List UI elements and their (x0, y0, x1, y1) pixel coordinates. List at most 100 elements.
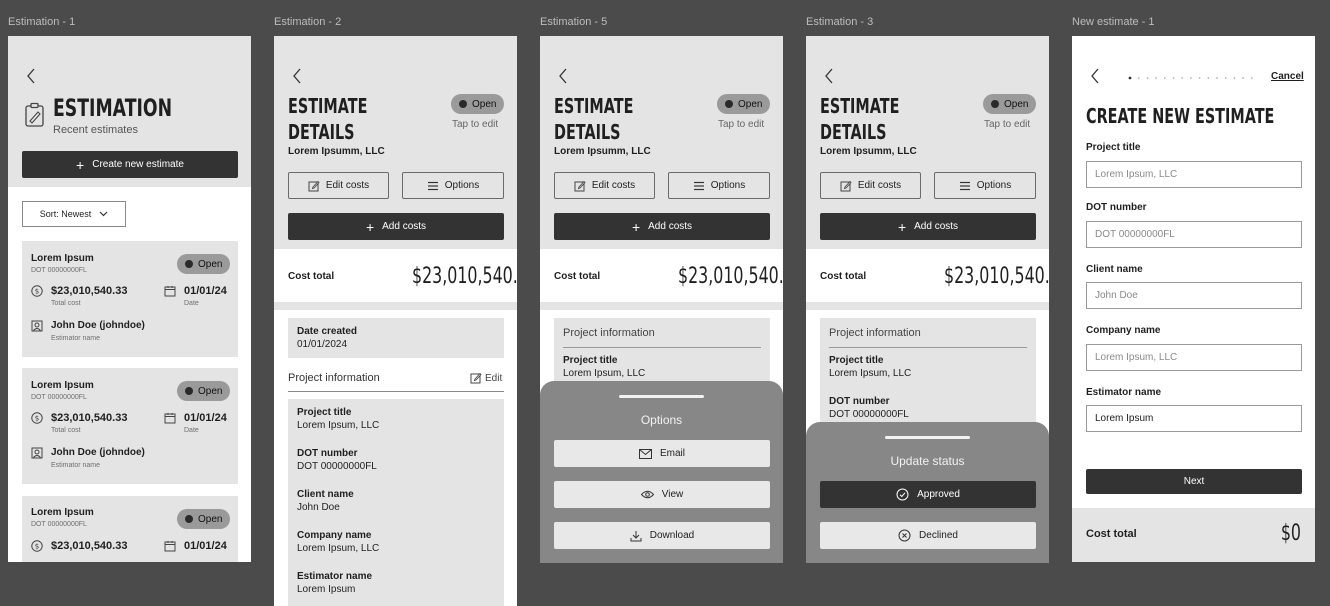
status-badge: Open (177, 254, 231, 274)
create-new-estimate-button[interactable]: + Create new estimate (22, 151, 238, 178)
field-value: Lorem Ipsum, LLC (829, 368, 912, 379)
calendar-icon (164, 412, 176, 424)
status-badge: Open (177, 509, 231, 529)
project-info-heading: Project information (829, 327, 921, 339)
dollar-icon: $ (31, 285, 43, 297)
edit-costs-button[interactable]: Edit costs (820, 172, 921, 199)
date-created-label: Date created (297, 326, 358, 337)
step-dot (1207, 77, 1210, 79)
estimate-card[interactable]: Lorem Ipsum DOT 00000000FL Open $ $23,01… (22, 241, 238, 357)
field-label: DOT number (297, 448, 358, 459)
chevron-down-icon (99, 211, 108, 217)
add-costs-button[interactable]: + Add costs (288, 213, 504, 240)
cancel-link[interactable]: Cancel (1271, 71, 1304, 82)
email-button[interactable]: Email (554, 440, 770, 467)
options-bottom-sheet: Options Email View Download (540, 381, 783, 563)
back-icon[interactable] (824, 68, 834, 84)
sort-dropdown[interactable]: Sort: Newest (22, 201, 126, 227)
frame-label: Estimation - 1 (8, 16, 76, 28)
card-date: 01/01/24 (184, 412, 227, 424)
edit-costs-button[interactable]: Edit costs (554, 172, 655, 199)
field-value: Lorem Ipsum, LLC (563, 368, 646, 379)
field-value: Lorem Ipsum (297, 584, 356, 595)
date-created-value: 01/01/2024 (297, 339, 348, 350)
download-button[interactable]: Download (554, 522, 770, 549)
options-sheet-screen: ESTIMATE DETAILS Lorem Ipsumm, LLC Open … (540, 36, 783, 563)
step-dot (1181, 77, 1184, 79)
date-created-box: Date created 01/01/2024 (288, 318, 504, 358)
plus-icon: + (365, 218, 375, 235)
total-cost: $23,010,540.33 (51, 285, 128, 297)
status-dot-icon (991, 100, 999, 108)
back-icon[interactable] (558, 68, 568, 84)
card-title: Lorem Ipsum (31, 380, 94, 391)
user-icon (31, 320, 43, 332)
company-name-input[interactable]: Lorem Ipsum, LLC (1086, 344, 1302, 371)
status-dot-icon (459, 100, 467, 108)
project-title-input[interactable]: Lorem Ipsum, LLC (1086, 161, 1302, 188)
view-button[interactable]: View (554, 481, 770, 508)
estimator-label: Estimator name (51, 335, 101, 342)
card-dot: DOT 00000000FL (31, 521, 87, 528)
back-icon[interactable] (1090, 68, 1100, 84)
step-dot (1242, 77, 1244, 79)
step-dot (1155, 77, 1157, 79)
project-info-box: Project title Lorem Ipsum, LLC DOT numbe… (288, 399, 504, 606)
estimate-card[interactable]: Lorem Ipsum DOT 00000000FL Open $ $23,01… (22, 496, 238, 562)
step-dots (1128, 76, 1253, 80)
divider (806, 302, 1049, 310)
sheet-handle[interactable] (619, 395, 704, 398)
back-icon[interactable] (292, 68, 302, 84)
estimate-card[interactable]: Lorem Ipsum DOT 00000000FL Open $ $23,01… (22, 368, 238, 484)
card-date: 01/01/24 (184, 285, 227, 297)
status-badge[interactable]: Open (983, 94, 1037, 114)
card-dot: DOT 00000000FL (31, 267, 87, 274)
download-icon (630, 530, 642, 541)
options-button[interactable]: Options (934, 172, 1036, 199)
total-cost: $23,010,540.33 (51, 412, 128, 424)
status-badge[interactable]: Open (717, 94, 771, 114)
sheet-title: Options (640, 413, 683, 427)
back-icon[interactable] (26, 68, 36, 84)
sheet-handle[interactable] (885, 436, 970, 439)
declined-button[interactable]: Declined (820, 522, 1036, 549)
menu-icon (959, 181, 970, 190)
dollar-icon: $ (31, 412, 43, 424)
options-button[interactable]: Options (668, 172, 770, 199)
edit-project-link[interactable]: Edit (470, 372, 502, 384)
dot-number-input[interactable]: DOT 00000000FL (1086, 221, 1302, 248)
svg-text:$: $ (35, 415, 39, 423)
card-date-label: Date (184, 427, 199, 434)
field-label: DOT number (829, 396, 890, 407)
tap-to-edit-hint: Tap to edit (718, 119, 765, 130)
cost-total-value: $23,010,540.33 (677, 264, 783, 289)
plus-icon: + (631, 218, 641, 235)
cost-total-value: $23,010,540.33 (411, 264, 517, 289)
tap-to-edit-hint: Tap to edit (984, 119, 1031, 130)
company-name: Lorem Ipsumm, LLC (554, 146, 651, 157)
estimator-name-input[interactable]: Lorem Ipsum (1086, 405, 1302, 432)
cost-total-label: Cost total (554, 271, 601, 282)
add-costs-button[interactable]: + Add costs (820, 213, 1036, 240)
create-estimate-screen: Cancel CREATE NEW ESTIMATE Project title… (1072, 36, 1315, 562)
update-status-screen: ESTIMATE DETAILS Lorem Ipsumm, LLC Open … (806, 36, 1049, 563)
calendar-icon (164, 540, 176, 552)
status-dot-icon (185, 515, 193, 523)
divider (563, 347, 761, 348)
sheet-title: Update status (890, 454, 965, 468)
field-label: Estimator name (1086, 387, 1162, 398)
edit-costs-button[interactable]: Edit costs (288, 172, 389, 199)
step-dot (1128, 76, 1132, 80)
approved-button[interactable]: Approved (820, 481, 1036, 508)
field-value: DOT 00000000FL (829, 409, 909, 420)
step-dot (1172, 77, 1175, 79)
options-button[interactable]: Options (402, 172, 504, 199)
calendar-icon (164, 285, 176, 297)
client-name-input[interactable]: John Doe (1086, 282, 1302, 309)
status-badge[interactable]: Open (451, 94, 505, 114)
page-subtitle: Recent estimates (53, 124, 138, 136)
next-button[interactable]: Next (1086, 469, 1302, 494)
cost-total-value: $23,010,540.33 (943, 264, 1049, 289)
add-costs-button[interactable]: + Add costs (554, 213, 770, 240)
x-circle-icon (898, 529, 911, 542)
